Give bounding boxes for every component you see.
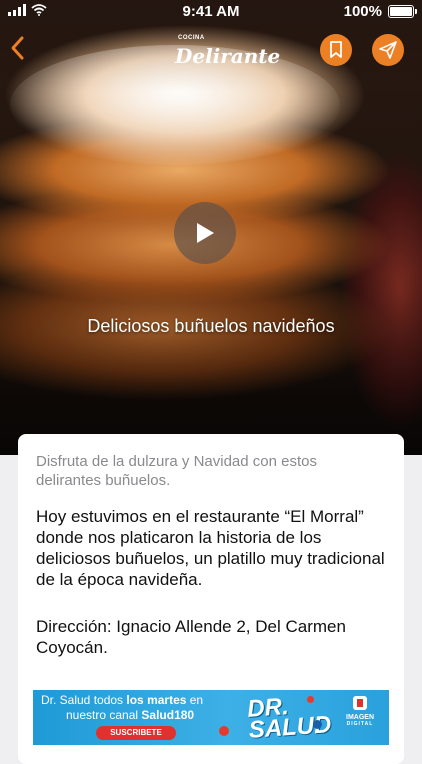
app-logo: COCINA Delirante [170, 32, 280, 68]
network-logo: IMAGEN DIGITAL [346, 714, 374, 727]
decor-dot-icon [307, 696, 314, 703]
status-bar: 9:41 AM 100% [0, 0, 422, 24]
article-address: Dirección: Ignacio Allende 2, Del Carmen… [36, 617, 346, 657]
article-subtitle: Disfruta de la dulzura y Navidad con est… [36, 453, 317, 489]
send-icon [379, 41, 397, 59]
decor-dot-icon [219, 726, 229, 736]
battery-percent: 100% [343, 3, 382, 20]
back-button[interactable] [6, 34, 30, 62]
bookmark-button[interactable] [320, 34, 352, 66]
article-body: Hoy estuvimos en el restaurante “El Morr… [36, 507, 385, 589]
decor-dot-icon [313, 720, 322, 729]
ad-banner[interactable]: Dr. Salud todos los martes en nuestro ca… [33, 690, 389, 745]
imagen-logo-icon [353, 696, 367, 710]
bookmark-icon [330, 41, 342, 58]
dr-salud-logo: DR. SALUD [246, 693, 333, 744]
subscribe-button[interactable]: SUSCRIBETE [96, 726, 176, 740]
battery-icon [388, 5, 417, 18]
banner-line-1: Dr. Salud todos los martes en [41, 693, 204, 707]
play-button[interactable] [174, 202, 236, 264]
play-icon [197, 223, 214, 243]
share-button[interactable] [372, 34, 404, 66]
back-chevron-icon [11, 36, 24, 60]
banner-line-2: nuestro canal Salud180 [66, 708, 195, 722]
logo-text: Delirante [175, 44, 281, 68]
logo-small-text: COCINA [178, 35, 205, 41]
video-title: Deliciosos buñuelos navideños [87, 316, 335, 336]
